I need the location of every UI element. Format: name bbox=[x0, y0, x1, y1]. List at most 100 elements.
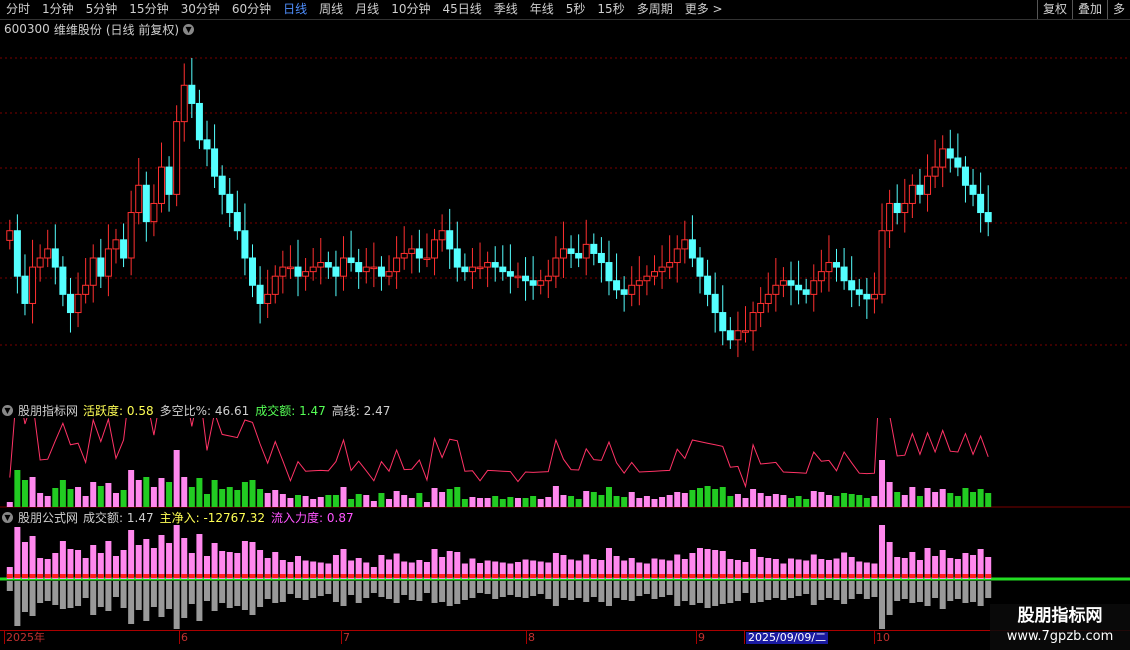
tab-1[interactable]: 1分钟 bbox=[36, 0, 80, 19]
tab-13[interactable]: 5秒 bbox=[560, 0, 592, 19]
outflow-bar bbox=[932, 581, 939, 598]
outflow-bar bbox=[651, 581, 658, 599]
candle-body bbox=[688, 239, 696, 259]
volume-bar bbox=[651, 499, 658, 507]
chevron-down-icon[interactable]: ▼ bbox=[183, 23, 195, 35]
net-inflow-bar bbox=[628, 574, 635, 578]
tab-2[interactable]: 5分钟 bbox=[80, 0, 124, 19]
volume-bar bbox=[454, 487, 461, 507]
outflow-bar bbox=[143, 581, 150, 621]
volume-bar bbox=[386, 499, 393, 507]
time-label: 10 bbox=[876, 631, 890, 644]
time-tick bbox=[4, 631, 5, 644]
volume-bar bbox=[818, 492, 825, 507]
candle-body bbox=[901, 202, 909, 214]
time-axis: 2025年 6 7 8 9 2025/09/09/二 10 bbox=[0, 630, 1130, 645]
outflow-bar bbox=[67, 581, 74, 608]
net-inflow-bar bbox=[568, 574, 575, 578]
volume-bar bbox=[401, 495, 408, 507]
right-button-2[interactable]: 多 bbox=[1106, 0, 1130, 19]
tab-6[interactable]: 日线 bbox=[277, 0, 313, 19]
outflow-bar bbox=[666, 581, 673, 595]
indicator2-item-2: 流入力度: 0.87 bbox=[271, 511, 354, 525]
chevron-down-icon[interactable]: ▼ bbox=[2, 512, 13, 523]
tab-8[interactable]: 月线 bbox=[349, 0, 385, 19]
net-inflow-bar bbox=[719, 574, 726, 578]
volume-bar bbox=[727, 496, 734, 507]
outflow-bar bbox=[712, 581, 719, 606]
net-inflow-bar bbox=[393, 574, 400, 578]
volume-bar bbox=[901, 495, 908, 507]
outflow-bar bbox=[696, 581, 703, 603]
candle-body bbox=[924, 175, 932, 195]
net-inflow-bar bbox=[279, 574, 286, 578]
outflow-bar bbox=[423, 581, 430, 593]
candle-body bbox=[666, 262, 674, 268]
tab-11[interactable]: 季线 bbox=[488, 0, 524, 19]
right-button-1[interactable]: 叠加 bbox=[1071, 0, 1107, 19]
volume-bar bbox=[135, 480, 142, 507]
tab-0[interactable]: 分时 bbox=[0, 0, 36, 19]
net-inflow-bar bbox=[848, 574, 855, 578]
candle-body bbox=[142, 184, 150, 223]
volume-bar bbox=[734, 494, 741, 507]
indicator2-chart[interactable] bbox=[0, 525, 1130, 629]
volume-bar bbox=[14, 470, 21, 507]
tab-15[interactable]: 多周期 bbox=[631, 0, 679, 19]
candle-body bbox=[453, 248, 461, 268]
tab-7[interactable]: 周线 bbox=[313, 0, 349, 19]
outflow-bar bbox=[348, 581, 355, 595]
inflow-bar bbox=[173, 525, 180, 579]
volume-bar bbox=[879, 460, 886, 507]
outflow-bar bbox=[575, 581, 582, 598]
indicator2-item-1: 主净入: -12767.32 bbox=[159, 511, 266, 525]
volume-bar bbox=[29, 477, 36, 507]
candle-body bbox=[21, 275, 29, 304]
outflow-bar bbox=[332, 581, 339, 602]
volume-bar bbox=[856, 495, 863, 507]
volume-bar bbox=[128, 470, 135, 507]
net-inflow-bar bbox=[750, 574, 757, 578]
volume-bar bbox=[871, 496, 878, 507]
net-inflow-bar bbox=[158, 574, 165, 578]
tab-4[interactable]: 30分钟 bbox=[175, 0, 226, 19]
net-inflow-bar bbox=[696, 574, 703, 578]
outflow-bar bbox=[249, 581, 256, 615]
inflow-bar bbox=[105, 541, 112, 579]
watermark: 股朋指标网 www.7gpzb.com bbox=[990, 604, 1130, 650]
candle-body bbox=[946, 148, 954, 159]
tab-9[interactable]: 10分钟 bbox=[385, 0, 436, 19]
tab-12[interactable]: 年线 bbox=[524, 0, 560, 19]
volume-bar bbox=[211, 480, 218, 507]
candle-body bbox=[795, 284, 803, 291]
candle-body bbox=[567, 248, 575, 254]
volume-bar bbox=[507, 497, 514, 507]
net-inflow-bar bbox=[112, 574, 119, 578]
tab-5[interactable]: 60分钟 bbox=[226, 0, 277, 19]
net-inflow-bar bbox=[856, 574, 863, 578]
candle-body bbox=[597, 252, 605, 264]
indicator1-chart[interactable] bbox=[0, 418, 1130, 508]
tab-14[interactable]: 15秒 bbox=[591, 0, 630, 19]
net-inflow-bar bbox=[590, 574, 597, 578]
volume-bar bbox=[264, 493, 271, 507]
candle-body bbox=[825, 262, 833, 273]
right-button-0[interactable]: 复权 bbox=[1036, 0, 1072, 19]
chevron-down-icon[interactable]: ▼ bbox=[2, 405, 13, 416]
net-inflow-bar bbox=[530, 574, 537, 578]
net-inflow-bar bbox=[416, 574, 423, 578]
inflow-bar bbox=[59, 541, 66, 579]
net-inflow-bar bbox=[643, 574, 650, 578]
outflow-bar bbox=[408, 581, 415, 600]
candle-body bbox=[650, 271, 658, 277]
net-inflow-bar bbox=[985, 574, 992, 578]
kline-chart[interactable] bbox=[0, 40, 1130, 400]
outflow-bar bbox=[37, 581, 44, 603]
tab-3[interactable]: 15分钟 bbox=[123, 0, 174, 19]
outflow-bar bbox=[879, 581, 886, 629]
tab-16[interactable]: 更多 > bbox=[679, 0, 729, 19]
tab-10[interactable]: 45日线 bbox=[436, 0, 487, 19]
candle-body bbox=[6, 230, 14, 241]
candle-body bbox=[886, 202, 894, 232]
candle-body bbox=[165, 166, 173, 195]
